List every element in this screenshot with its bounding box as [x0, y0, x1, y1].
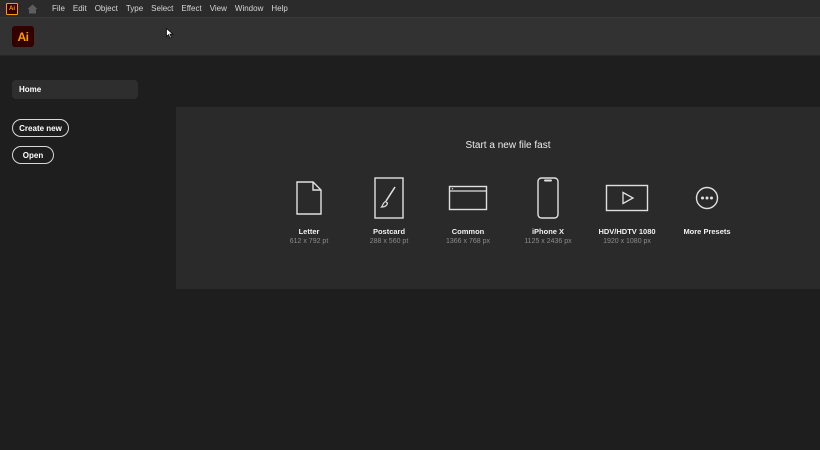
menu-object[interactable]: Object: [91, 4, 122, 13]
menu-window[interactable]: Window: [231, 4, 267, 13]
preset-size: 288 x 560 pt: [369, 238, 409, 245]
preset-size: 1125 x 2436 px: [524, 238, 572, 245]
menu-view[interactable]: View: [206, 4, 231, 13]
preset-size: 1920 x 1080 px: [603, 238, 651, 245]
common-icon: [423, 175, 513, 220]
preset-name: HDV/HDTV 1080: [598, 227, 656, 236]
mouse-cursor-icon: [166, 26, 174, 44]
hdtv-icon: [582, 175, 672, 220]
menu-edit[interactable]: Edit: [69, 4, 91, 13]
letter-icon: [264, 175, 354, 220]
menu-select[interactable]: Select: [147, 4, 177, 13]
create-new-button[interactable]: Create new: [12, 119, 69, 137]
preset-letter[interactable]: Letter 612 x 792 pt: [264, 175, 354, 245]
app-menu-logo[interactable]: Ai: [6, 2, 18, 15]
postcard-icon: [344, 175, 434, 220]
preset-name: More Presets: [683, 227, 731, 236]
start-new-file-panel: Start a new file fast Letter 612 x 792 p…: [176, 107, 820, 289]
sidebar-item-home[interactable]: Home: [12, 80, 138, 99]
preset-name: Postcard: [372, 227, 406, 236]
iphone-icon: [503, 175, 593, 220]
menu-help[interactable]: Help: [267, 4, 291, 13]
preset-name: iPhone X: [531, 227, 565, 236]
preset-postcard[interactable]: Postcard 288 x 560 pt: [344, 175, 434, 245]
preset-name: Letter: [298, 227, 320, 236]
preset-size: 1366 x 768 px: [446, 238, 490, 245]
menu-type[interactable]: Type: [122, 4, 147, 13]
app-header: Ai: [0, 18, 820, 56]
menu-file[interactable]: File: [48, 4, 69, 13]
preset-name: Common: [451, 227, 485, 236]
preset-common[interactable]: Common 1366 x 768 px: [423, 175, 513, 245]
preset-more[interactable]: More Presets: [662, 175, 752, 238]
more-presets-icon: [662, 175, 752, 220]
open-button[interactable]: Open: [12, 146, 54, 164]
menu-effect[interactable]: Effect: [177, 4, 205, 13]
home-icon[interactable]: [26, 3, 38, 15]
preset-hdtv-1080[interactable]: HDV/HDTV 1080 1920 x 1080 px: [582, 175, 672, 245]
panel-title: Start a new file fast: [465, 140, 551, 151]
illustrator-logo: Ai: [12, 26, 34, 47]
preset-iphone-x[interactable]: iPhone X 1125 x 2436 px: [503, 175, 593, 245]
preset-size: 612 x 792 pt: [289, 238, 329, 245]
menu-bar: Ai File Edit Object Type Select Effect V…: [0, 0, 820, 18]
